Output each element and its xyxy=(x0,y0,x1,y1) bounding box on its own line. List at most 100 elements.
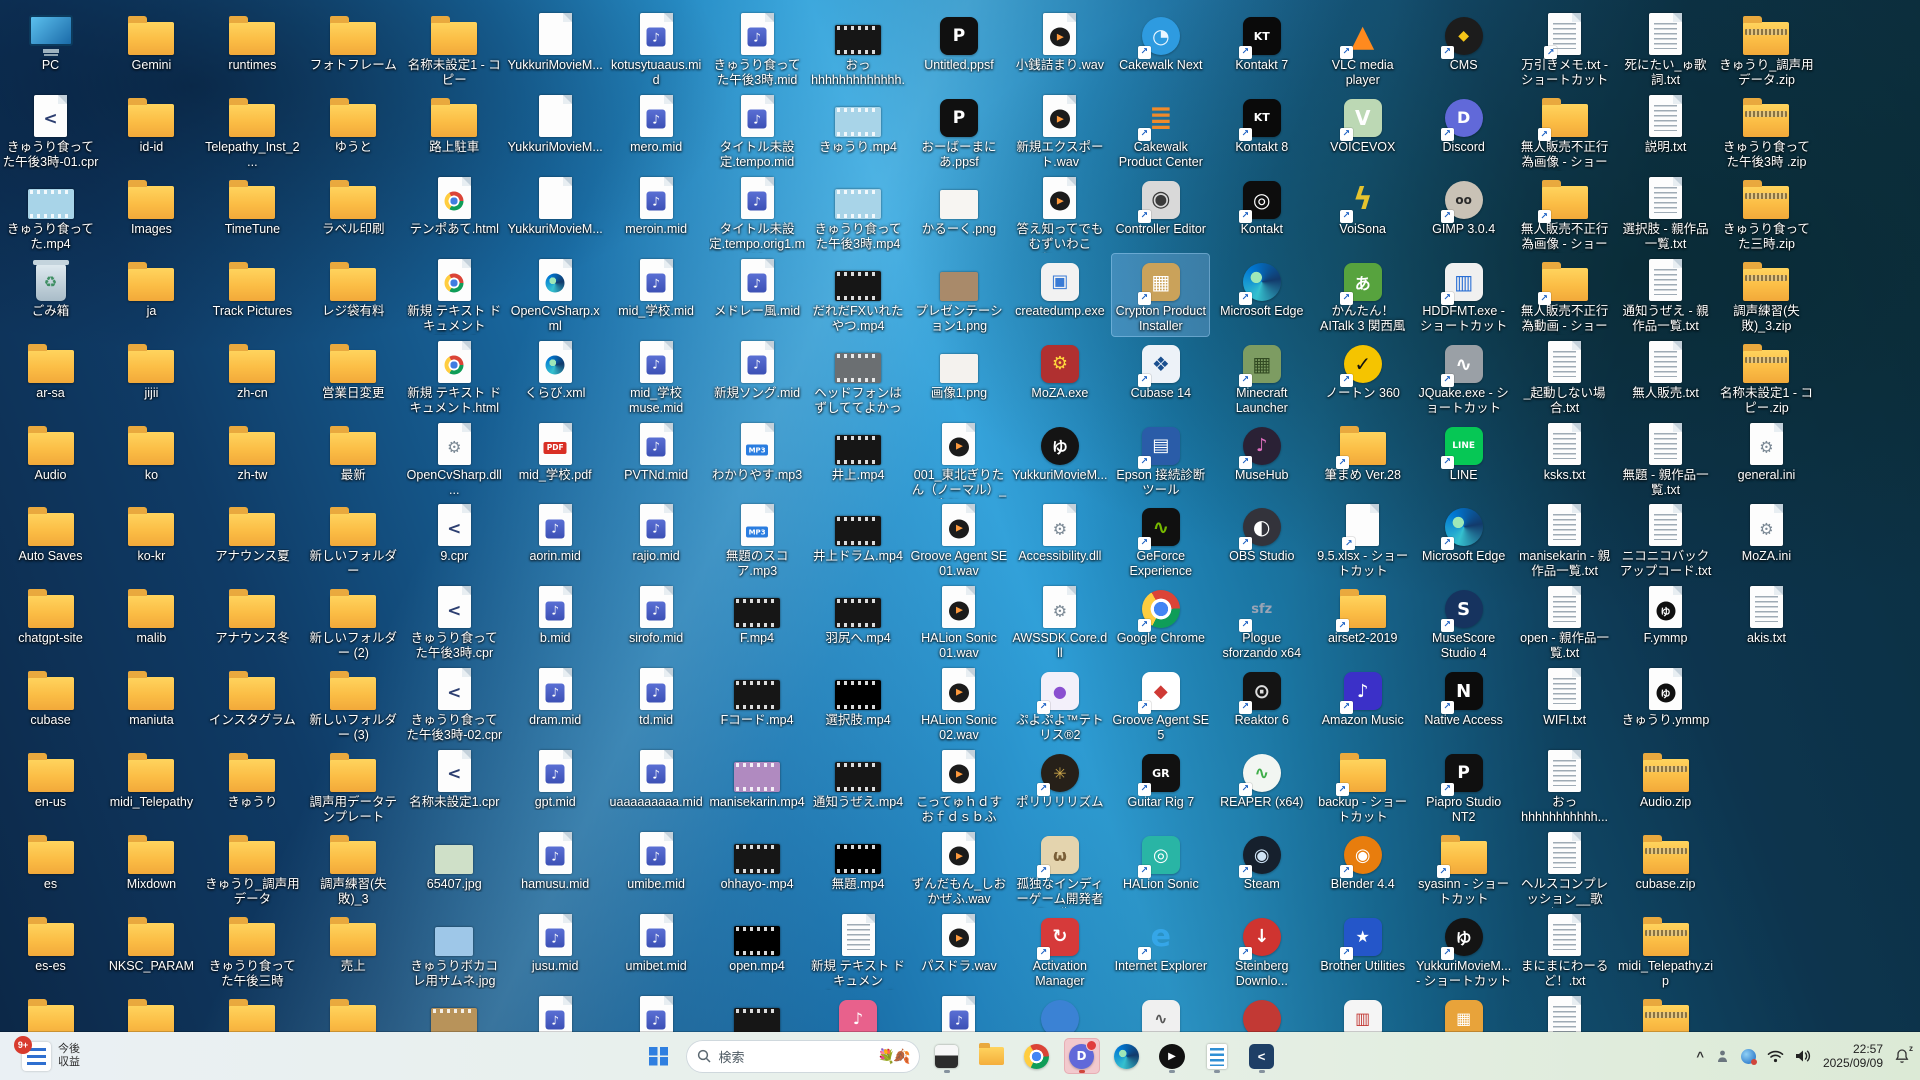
desktop-icon[interactable]: ❖ ↗ Cubase 14 xyxy=(1112,336,1209,403)
desktop-icon[interactable]: ♪ aorin.mid xyxy=(507,499,604,566)
desktop-icon[interactable]: アナウンス夏 xyxy=(204,499,301,566)
desktop-icon[interactable]: ● ↗ ぷよぷよ™テトリス®2 xyxy=(1011,663,1108,745)
desktop-icon[interactable]: ↻ ↗ Activation Manager xyxy=(1011,909,1108,991)
desktop-icon[interactable]: ↗ syasinn - ショートカット xyxy=(1415,827,1512,909)
desktop-icon[interactable]: Images xyxy=(103,172,200,239)
desktop-icon[interactable]: 調声練習(失敗)_3.zip xyxy=(1718,254,1815,336)
desktop-icon[interactable]: 羽尻へ.mp4 xyxy=(810,581,907,648)
desktop-icon[interactable]: ◆ ↗ CMS xyxy=(1415,8,1512,75)
desktop-icon[interactable]: ko xyxy=(103,418,200,485)
desktop-icon[interactable]: おっhhhhhhhhhhh... xyxy=(1516,745,1613,827)
desktop-icon[interactable]: Audio.zip xyxy=(1617,745,1714,812)
desktop-icon[interactable]: アナウンス冬 xyxy=(204,581,301,648)
desktop-icon[interactable]: 名称未設定1 - コピー.zip xyxy=(1718,336,1815,418)
desktop-icon[interactable]: <9.cpr xyxy=(406,499,503,566)
desktop-icon[interactable]: midi_Telepathy.zip xyxy=(1617,909,1714,991)
desktop-icon[interactable]: zh-tw xyxy=(204,418,301,485)
desktop-icon[interactable]: きゅうりボカコレ用サムネ.jpg xyxy=(406,909,503,991)
volume-icon[interactable] xyxy=(1795,1049,1812,1063)
desktop-icon[interactable]: ♪ きゅうり食ってた午後3時.mid xyxy=(709,8,806,90)
desktop-icon[interactable]: < きゅうり食ってた午後3時-02.cpr xyxy=(406,663,503,745)
desktop-icon[interactable]: ♪ sirofo.mid xyxy=(608,581,705,648)
desktop-icon[interactable]: ♪ rajio.mid xyxy=(608,499,705,566)
desktop-icon[interactable]: ▶ HALion Sonic 02.wav xyxy=(910,663,1007,745)
desktop-icon[interactable]: ★ ↗ Brother Utilities xyxy=(1314,909,1411,976)
desktop-icon[interactable]: ω↗孤独なインディーゲーム開発者の一生 ... xyxy=(1011,827,1108,910)
desktop-icon[interactable]: ⚙ AWSSDK.Core.dll xyxy=(1011,581,1108,663)
desktop-icon[interactable]: あ ↗ かんたん！ AITalk 3 関西風 xyxy=(1314,254,1411,336)
desktop-icon[interactable]: ↗ Microsoft Edge xyxy=(1415,499,1512,566)
tray-app-sphere-icon[interactable] xyxy=(1740,1048,1757,1065)
desktop-icon[interactable]: 調声用データテンプレート xyxy=(305,745,402,827)
desktop-icon[interactable]: sfz ↗ Plogue sforzando x64 xyxy=(1213,581,1310,663)
desktop-icon[interactable]: ▶ こってゅｈｄすおｆｄｓｂふぉ.wav xyxy=(910,745,1007,828)
desktop-icon[interactable]: ♪ PVTNd.mid xyxy=(608,418,705,485)
clock[interactable]: 22:57 2025/09/09 xyxy=(1823,1042,1883,1070)
desktop-icon[interactable]: 井上.mp4 xyxy=(810,418,907,485)
desktop-icon[interactable]: ▶ 小銭詰まり.wav xyxy=(1011,8,1108,75)
desktop-icon[interactable]: 新しいフォルダー (3) xyxy=(305,663,402,745)
desktop-icon[interactable]: まにまにわーるど！.txt xyxy=(1516,909,1613,991)
desktop-icon[interactable]: ◉ ↗ Blender 4.4 xyxy=(1314,827,1411,894)
desktop-icon[interactable]: ▶ 答え知ってでもむずいわこれ.wav xyxy=(1011,172,1108,255)
desktop-icon[interactable]: MP3 無題のスコア.mp3 xyxy=(709,499,806,581)
desktop-icon[interactable]: インスタグラム xyxy=(204,663,301,730)
desktop-icon[interactable]: P Untitled.ppsf xyxy=(910,8,1007,75)
desktop-icon[interactable]: Track Pictures xyxy=(204,254,301,321)
desktop-icon[interactable]: 新しいフォルダー xyxy=(305,499,402,581)
desktop-icon[interactable]: 営業日変更 xyxy=(305,336,402,403)
desktop-icon[interactable]: ⚙ general.ini xyxy=(1718,418,1815,485)
desktop-icon[interactable]: ∿ ↗ JQuake.exe - ショートカット xyxy=(1415,336,1512,418)
desktop-icon[interactable]: Auto Saves xyxy=(2,499,99,566)
desktop-icon[interactable]: ♪ kotusytuaaus.mid xyxy=(608,8,705,90)
desktop-icon[interactable]: 最新 xyxy=(305,418,402,485)
desktop-icon[interactable]: 井上ドラム.mp4 xyxy=(810,499,907,566)
taskbar-app-window[interactable] xyxy=(929,1038,965,1074)
desktop-icon[interactable]: midi_Telepathy xyxy=(103,745,200,812)
desktop-icon[interactable]: ↗無人販売不正行為動画 - ショートカット xyxy=(1516,254,1613,337)
desktop-icon[interactable]: きゅうり xyxy=(204,745,301,812)
desktop-icon[interactable]: MP3 わかりやす.mp3 xyxy=(709,418,806,485)
desktop-icon[interactable]: ▥ ↗ HDDFMT.exe - ショートカット xyxy=(1415,254,1512,336)
desktop-icon[interactable]: es-es xyxy=(2,909,99,976)
desktop-icon[interactable]: ↗無人販売不正行為画像 - ショートカット xyxy=(1516,172,1613,255)
desktop-icon[interactable]: akis.txt xyxy=(1718,581,1815,648)
desktop-icon[interactable]: ♪ タイトル未設定.tempo.mid xyxy=(709,90,806,172)
desktop-icon[interactable]: フォトフレーム xyxy=(305,8,402,75)
start-button[interactable] xyxy=(641,1038,677,1074)
desktop-icon[interactable]: S ↗ MuseScore Studio 4 xyxy=(1415,581,1512,663)
desktop-icon[interactable]: ▶ 001_東北ぎりたん（ノーマル）_今じゃ... xyxy=(910,418,1007,501)
desktop-icon[interactable]: きゅうり食ってた午後三時 xyxy=(204,909,301,991)
desktop-icon[interactable]: ↗ 9.5.xlsx - ショートカット xyxy=(1314,499,1411,581)
desktop-icon[interactable]: 新規 テキスト ドキュメント.musicxml xyxy=(810,909,907,992)
desktop-icon[interactable]: zh-cn xyxy=(204,336,301,403)
desktop-icon[interactable]: 無人販売.txt xyxy=(1617,336,1714,403)
desktop-icon[interactable]: ⚙ MoZA.ini xyxy=(1718,499,1815,566)
tray-chevron-up-icon[interactable]: ^ xyxy=(1696,1049,1704,1064)
desktop-icon[interactable]: chatgpt-site xyxy=(2,581,99,648)
desktop-icon[interactable]: ♻ ごみ箱 xyxy=(2,254,99,321)
notification-bell[interactable]: z xyxy=(1894,1044,1913,1064)
desktop-icon[interactable]: LINE ↗ LINE xyxy=(1415,418,1512,485)
desktop-icon[interactable]: ↗無人販売不正行為画像 - ショートカッ... xyxy=(1516,90,1613,173)
desktop-icon[interactable]: en-us xyxy=(2,745,99,812)
desktop-icon[interactable]: < 名称未設定1.cpr xyxy=(406,745,503,812)
desktop-icon[interactable]: 通知うぜえ - 親作品一覧.txt xyxy=(1617,254,1714,336)
desktop-icon[interactable]: 調声練習(失敗)_3 xyxy=(305,827,402,909)
desktop-icon[interactable]: きゅうり食ってた午後3時 .zip xyxy=(1718,90,1815,172)
desktop-icon[interactable]: きゅうり食ってた午後3時.mp4 xyxy=(810,172,907,254)
desktop-icon[interactable]: 新しいフォルダー (2) xyxy=(305,581,402,663)
desktop-icon[interactable]: malib xyxy=(103,581,200,648)
desktop-icon[interactable]: きゅうり食ってた三時.zip xyxy=(1718,172,1815,254)
desktop-icon[interactable]: TimeTune xyxy=(204,172,301,239)
desktop-icon[interactable]: YukkuriMovieM... xyxy=(507,90,604,157)
desktop-icon[interactable]: KT ↗ Kontakt 8 xyxy=(1213,90,1310,157)
desktop-icon[interactable]: GR ↗ Guitar Rig 7 xyxy=(1112,745,1209,812)
desktop-icon[interactable]: だれだFXいれたやつ.mp4 xyxy=(810,254,907,336)
desktop-icon[interactable]: 死にたい_ゅ歌詞.txt xyxy=(1617,8,1714,90)
desktop-icon[interactable]: レジ袋有料 xyxy=(305,254,402,321)
desktop-icon[interactable]: WIFI.txt xyxy=(1516,663,1613,730)
desktop-icon[interactable]: manisekarin - 親作品一覧.txt xyxy=(1516,499,1613,581)
desktop-icon[interactable]: _起動しない場合.txt xyxy=(1516,336,1613,418)
taskbar-file-explorer[interactable] xyxy=(974,1038,1010,1074)
